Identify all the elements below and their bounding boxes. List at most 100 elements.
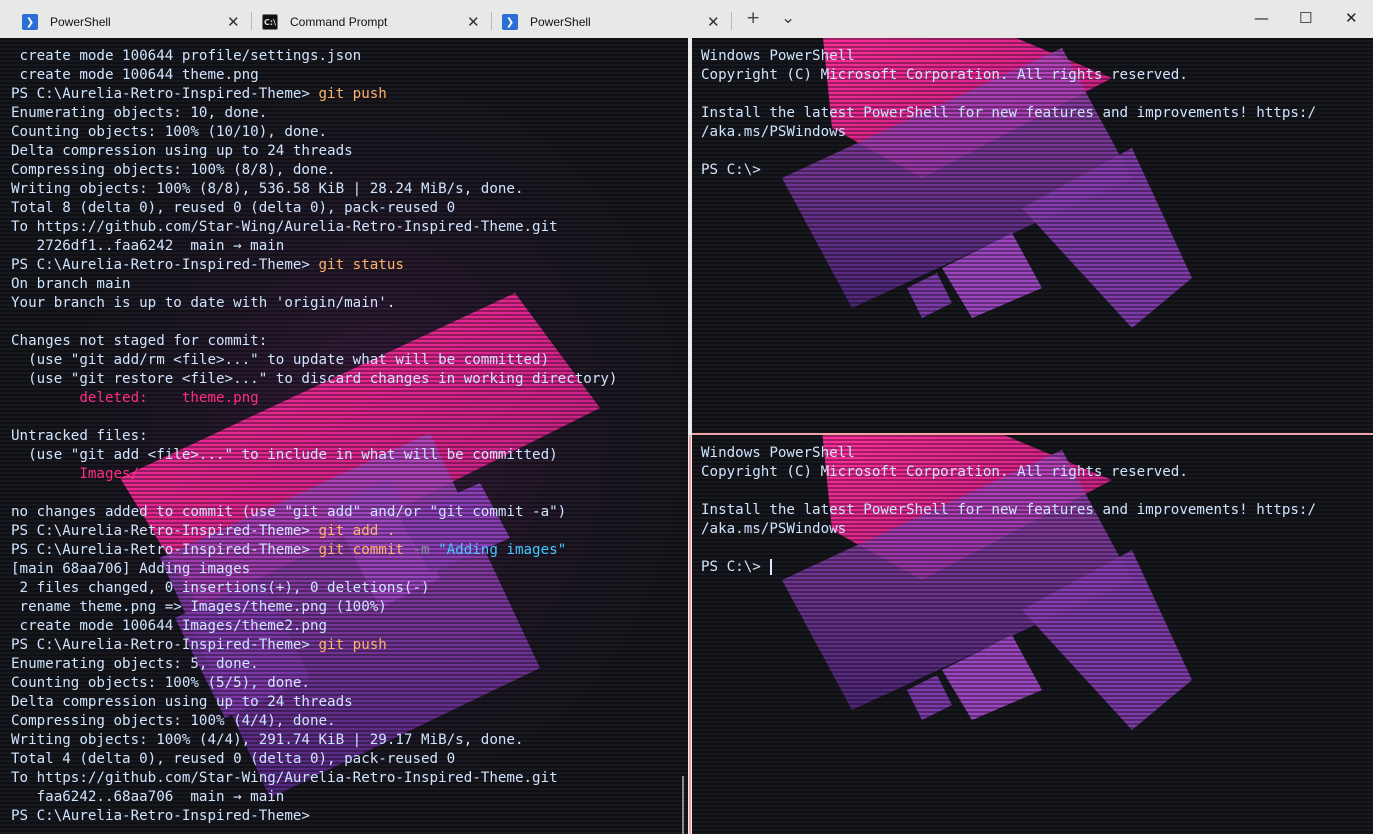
terminal-line: To https://github.com/Star-Wing/Aurelia-…	[11, 770, 558, 786]
tab-label: PowerShell	[530, 15, 591, 29]
tab-label: Command Prompt	[290, 15, 388, 29]
terminal-pane-right-top[interactable]: Windows PowerShell Copyright (C) Microsof…	[692, 38, 1373, 433]
tab-command-prompt[interactable]: C:\ Command Prompt ✕	[262, 6, 488, 38]
terminal-line: To https://github.com/Star-Wing/Aurelia-…	[11, 219, 558, 235]
terminal-line: Delta compression using up to 24 threads	[11, 694, 353, 710]
terminal-pane-left[interactable]: create mode 100644 profile/settings.json…	[0, 38, 688, 834]
prompt-text: PS C:\Aurelia-Retro-Inspired-Theme>	[11, 637, 319, 653]
terminal-output-left: create mode 100644 profile/settings.json…	[11, 47, 617, 826]
terminal-output-right-bottom: Windows PowerShell Copyright (C) Microsof…	[701, 444, 1316, 577]
terminal-line: PS C:\Aurelia-Retro-Inspired-Theme> git …	[11, 636, 617, 655]
terminal-line: [main 68aa706] Adding images	[11, 561, 251, 577]
command-text: git add .	[318, 523, 396, 539]
tab-powershell-1[interactable]: ❯ PowerShell ✕	[22, 6, 248, 38]
terminal-line: Untracked files:	[11, 428, 148, 444]
terminal-line: PS C:\Aurelia-Retro-Inspired-Theme> git …	[11, 541, 617, 560]
terminal-line: Install the latest PowerShell for new fe…	[701, 502, 1316, 518]
prompt-text: PS C:\Aurelia-Retro-Inspired-Theme>	[11, 257, 319, 273]
terminal-line: Copyright (C) Microsoft Corporation. All…	[701, 464, 1188, 480]
terminal-line: Delta compression using up to 24 threads	[11, 143, 353, 159]
powershell-icon: ❯	[22, 14, 38, 30]
terminal-line: Counting objects: 100% (5/5), done.	[11, 675, 310, 691]
command-text: git push	[318, 86, 387, 102]
terminal-line: faa6242..68aa706 main → main	[11, 789, 285, 805]
terminal-line: create mode 100644 profile/settings.json	[11, 48, 362, 64]
terminal-line: Windows PowerShell	[701, 445, 855, 461]
terminal-line: Changes not staged for commit:	[11, 333, 268, 349]
terminal-line: PS C:\Aurelia-Retro-Inspired-Theme> git …	[11, 256, 617, 275]
terminal-line: PS C:\>	[701, 558, 1316, 577]
tab-powershell-2[interactable]: ❯ PowerShell ✕	[502, 6, 728, 38]
terminal-line: Compressing objects: 100% (8/8), done.	[11, 162, 336, 178]
terminal-line: PS C:\Aurelia-Retro-Inspired-Theme>	[11, 807, 617, 826]
close-icon[interactable]: ✕	[467, 13, 480, 31]
terminal-line: Images/	[11, 465, 617, 484]
git-file-status: deleted: theme.png	[79, 390, 259, 406]
terminal-line: Enumerating objects: 5, done.	[11, 656, 259, 672]
terminal-line: On branch main	[11, 276, 131, 292]
terminal-line: Counting objects: 100% (10/10), done.	[11, 124, 328, 140]
title-bar: ❯ PowerShell ✕ C:\ Command Prompt ✕ ❯ Po…	[0, 0, 1373, 39]
close-icon[interactable]: ✕	[227, 13, 240, 31]
terminal-line: (use "git add <file>..." to include in w…	[11, 447, 558, 463]
terminal-output-right-top: Windows PowerShell Copyright (C) Microsof…	[701, 47, 1316, 180]
terminal-line: Windows PowerShell	[701, 48, 855, 64]
terminal-line: (use "git restore <file>..." to discard …	[11, 371, 618, 387]
command-flag: -m	[412, 542, 439, 558]
terminal-line: Enumerating objects: 10, done.	[11, 105, 268, 121]
terminal-line: /aka.ms/PSWindows	[701, 521, 847, 537]
terminal-line: Copyright (C) Microsoft Corporation. All…	[701, 67, 1188, 83]
terminal-line: 2 files changed, 0 insertions(+), 0 dele…	[11, 580, 430, 596]
prompt-text: PS C:\Aurelia-Retro-Inspired-Theme>	[11, 523, 319, 539]
terminal-line: Compressing objects: 100% (4/4), done.	[11, 713, 336, 729]
close-icon[interactable]: ✕	[707, 13, 720, 31]
command-string: "Adding images"	[438, 542, 567, 558]
terminal-line: Writing objects: 100% (4/4), 291.74 KiB …	[11, 732, 524, 748]
tab-separator	[251, 12, 252, 30]
powershell-icon: ❯	[502, 14, 518, 30]
command-text: git commit	[318, 542, 413, 558]
terminal-line: deleted: theme.png	[11, 389, 617, 408]
chevron-down-icon[interactable]: ⌄	[781, 8, 795, 28]
text-cursor	[770, 559, 773, 575]
terminal-line: PS C:\Aurelia-Retro-Inspired-Theme> git …	[11, 522, 617, 541]
minimize-icon[interactable]: —	[1254, 9, 1269, 27]
terminal-line: create mode 100644 Images/theme2.png	[11, 618, 328, 634]
maximize-icon[interactable]: ☐	[1299, 9, 1312, 27]
terminal-line: rename theme.png => Images/theme.png (10…	[11, 599, 387, 615]
scrollbar[interactable]	[682, 776, 684, 834]
git-file-status: Images/	[79, 466, 140, 482]
terminal-line: create mode 100644 theme.png	[11, 67, 259, 83]
terminal-line: Total 8 (delta 0), reused 0 (delta 0), p…	[11, 200, 456, 216]
terminal-line: Writing objects: 100% (8/8), 536.58 KiB …	[11, 181, 524, 197]
command-prompt-icon: C:\	[262, 14, 278, 30]
terminal-line: Total 4 (delta 0), reused 0 (delta 0), p…	[11, 751, 456, 767]
terminal-line: (use "git add/rm <file>..." to update wh…	[11, 352, 550, 368]
terminal-line: no changes added to commit (use "git add…	[11, 504, 567, 520]
terminal-pane-right-bottom[interactable]: Windows PowerShell Copyright (C) Microsof…	[692, 435, 1373, 834]
terminal-line: Install the latest PowerShell for new fe…	[701, 105, 1316, 121]
new-tab-icon[interactable]: +	[746, 8, 760, 28]
command-text: git status	[318, 257, 404, 273]
tab-label: PowerShell	[50, 15, 111, 29]
terminal-line: PS C:\Aurelia-Retro-Inspired-Theme> git …	[11, 85, 617, 104]
terminal-line: /aka.ms/PSWindows	[701, 124, 847, 140]
window-close-icon[interactable]: ✕	[1345, 9, 1358, 27]
prompt-text: PS C:\Aurelia-Retro-Inspired-Theme>	[11, 808, 319, 824]
command-text: git push	[318, 637, 387, 653]
terminal-line: Your branch is up to date with 'origin/m…	[11, 295, 396, 311]
prompt-text: PS C:\Aurelia-Retro-Inspired-Theme>	[11, 86, 319, 102]
terminal-line: PS C:\>	[701, 162, 761, 178]
tab-separator	[491, 12, 492, 30]
terminal-line: 2726df1..faa6242 main → main	[11, 238, 285, 254]
tab-separator	[731, 12, 732, 30]
